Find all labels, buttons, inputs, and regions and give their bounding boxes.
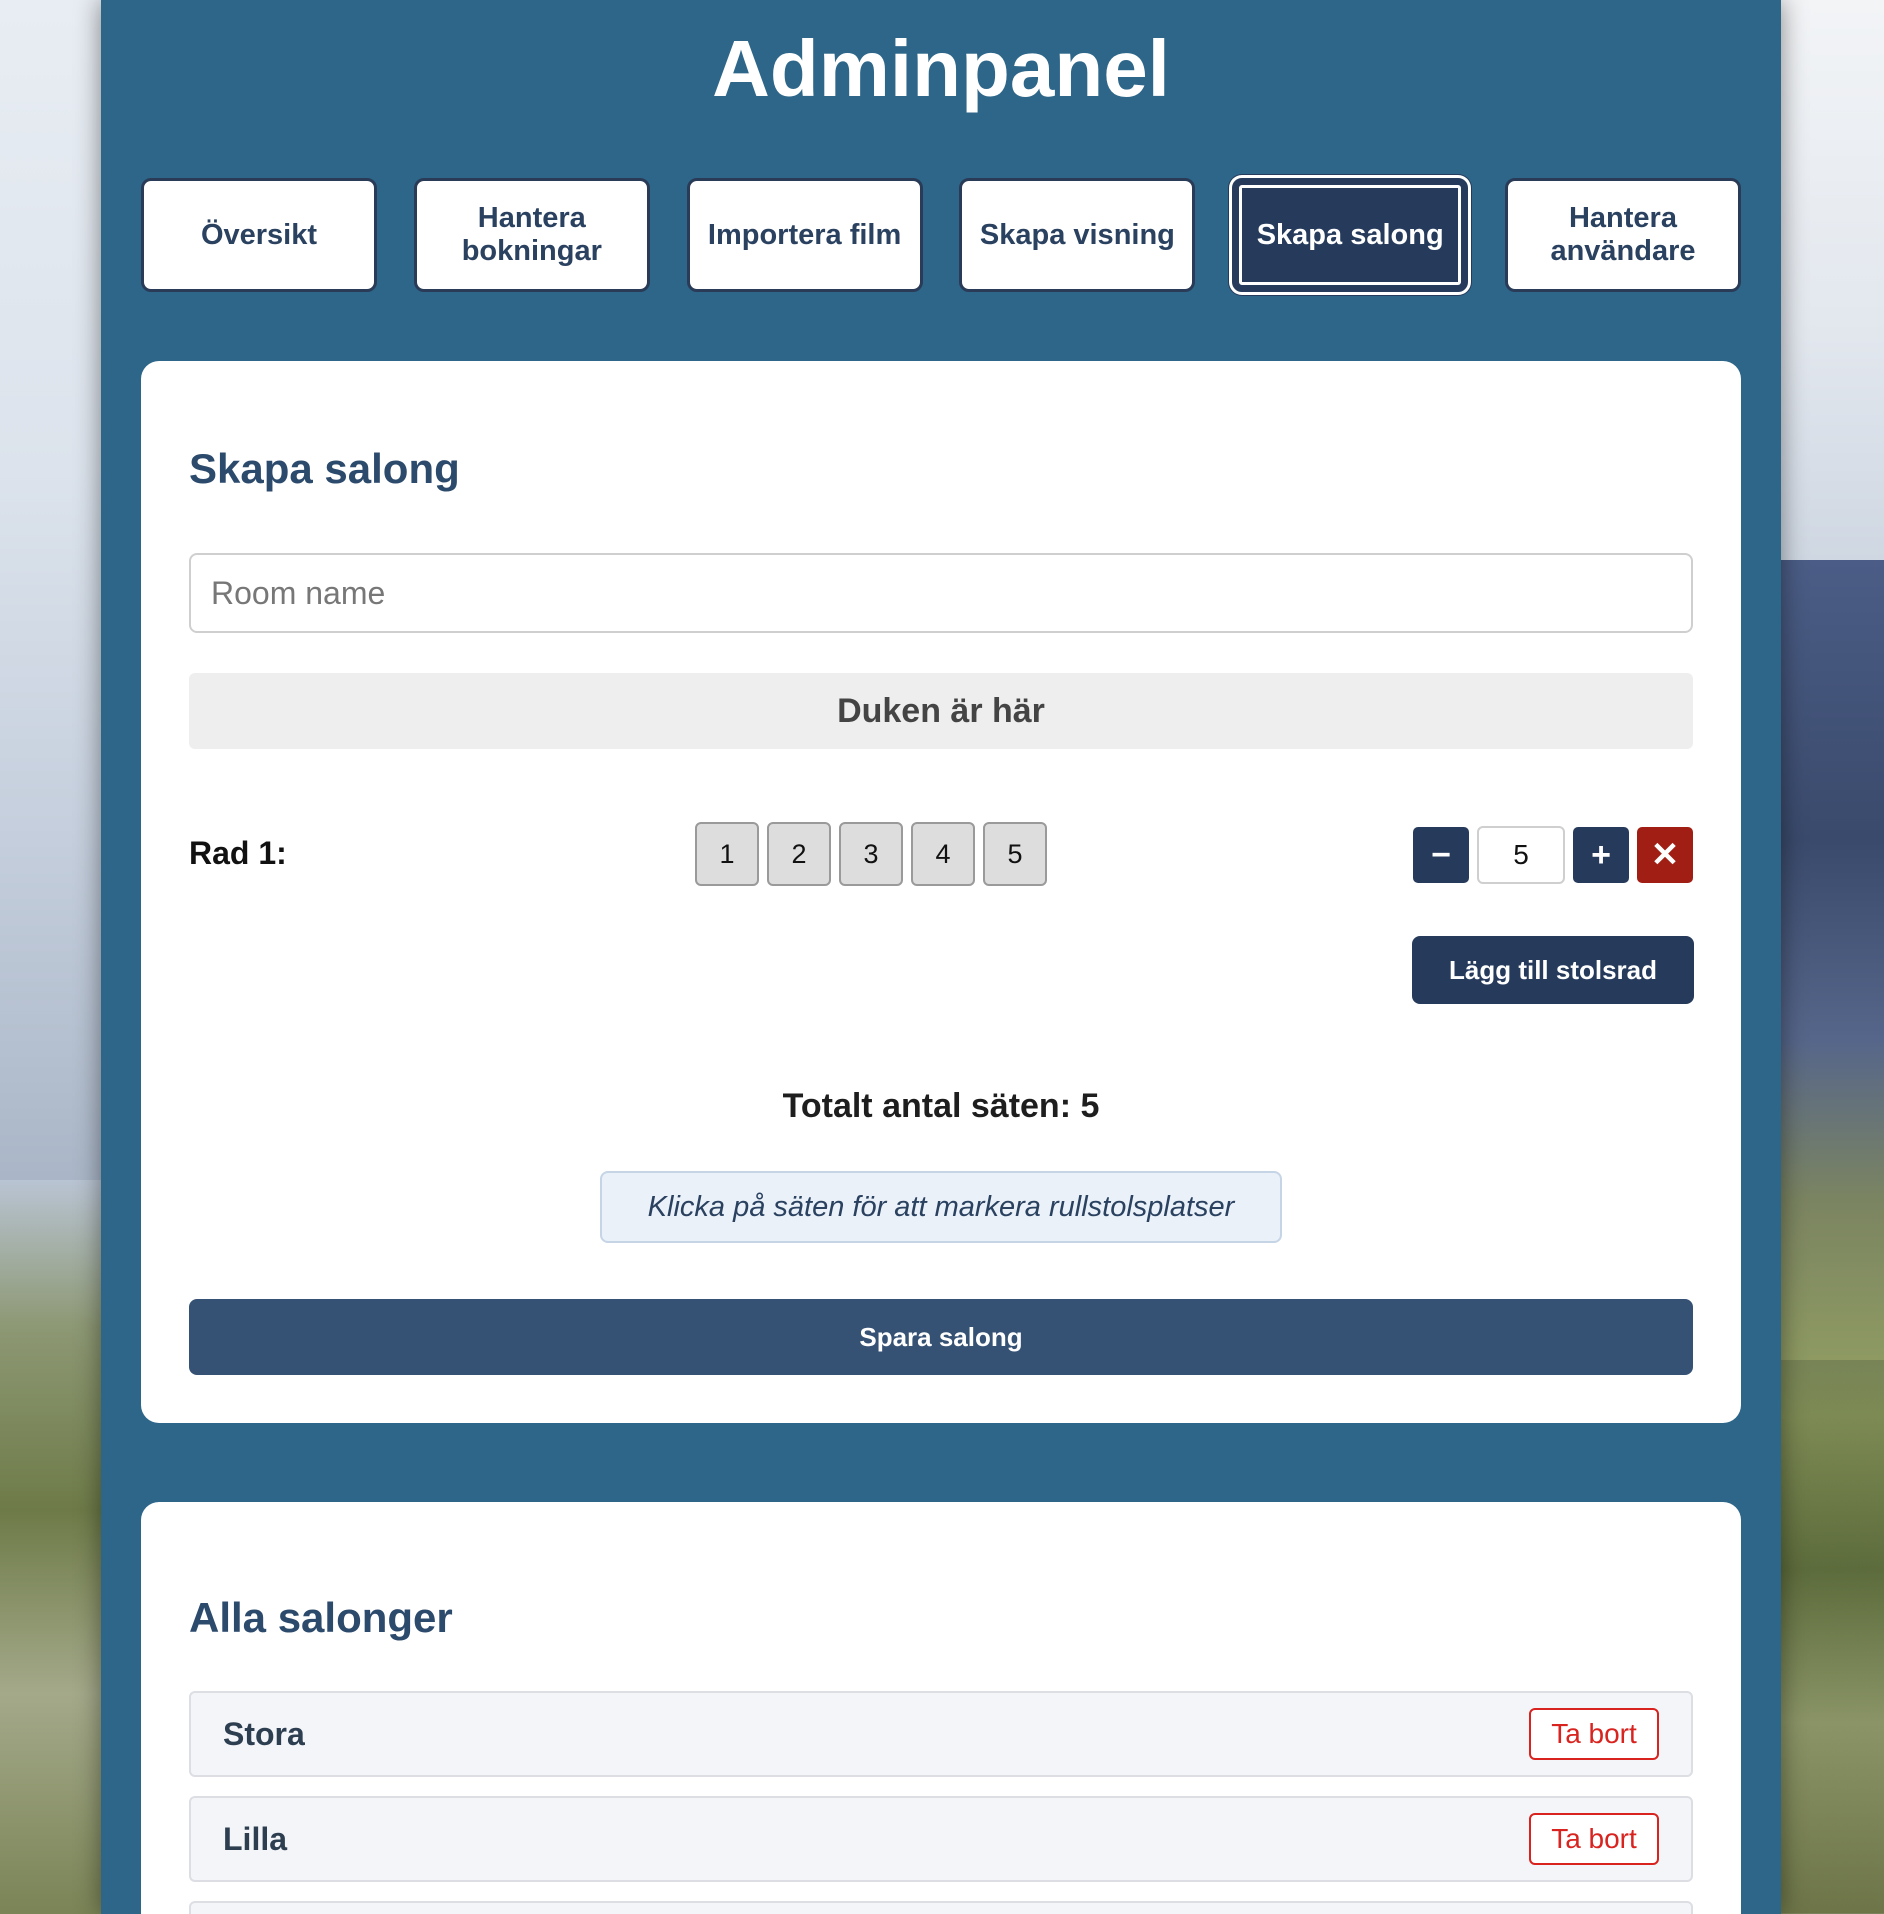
background-sky-left <box>0 0 110 1180</box>
seat[interactable]: 3 <box>839 822 903 886</box>
seat[interactable]: 1 <box>695 822 759 886</box>
room-list-card: Alla salonger Stora Ta bort Lilla Ta bor… <box>141 1502 1741 1914</box>
nav-tab-label: Skapa visning <box>979 218 1175 251</box>
room-list-item-partial <box>189 1901 1693 1914</box>
nav-tab-hantera-bokningar[interactable]: Hantera bokningar <box>413 178 650 292</box>
nav-tab-importera-film[interactable]: Importera film <box>686 178 923 292</box>
seat[interactable]: 2 <box>767 822 831 886</box>
room-name: Stora <box>223 1715 305 1752</box>
create-room-heading: Skapa salong <box>189 445 460 492</box>
total-seats-label: Totalt antal säten: 5 <box>782 1087 1100 1125</box>
nav-tab-label: Importera film <box>707 218 902 251</box>
create-room-card: Skapa salong Duken är här Rad 1: 1 2 3 4… <box>141 361 1741 1423</box>
room-name: Lilla <box>223 1820 288 1857</box>
room-name-input[interactable] <box>189 553 1693 633</box>
background-hills-left <box>0 1180 110 1914</box>
nav-tab-oversikt[interactable]: Översikt <box>141 178 377 292</box>
seat-count-input[interactable] <box>1477 826 1565 884</box>
seat-row: 1 2 3 4 5 <box>695 822 1047 886</box>
page-title: Adminpanel <box>712 24 1170 113</box>
nav-tab-skapa-visning[interactable]: Skapa visning <box>959 178 1196 292</box>
room-list-heading: Alla salonger <box>189 1594 453 1641</box>
wheelchair-hint: Klicka på säten för att markera rullstol… <box>600 1171 1282 1243</box>
row-controls: − + ✕ <box>1413 826 1693 884</box>
add-row-button[interactable]: Lägg till stolsrad <box>1412 936 1694 1004</box>
admin-panel: Adminpanel Översikt Hantera bokningar Im… <box>101 0 1781 1914</box>
seat[interactable]: 5 <box>983 822 1047 886</box>
delete-room-button[interactable]: Ta bort <box>1529 1708 1659 1760</box>
nav-tab-hantera-anvandare[interactable]: Hantera användare <box>1504 178 1741 292</box>
background-sky-right <box>1774 0 1884 560</box>
nav-tab-label: Skapa salong <box>1256 218 1444 251</box>
nav-tab-skapa-salong[interactable]: Skapa salong <box>1232 178 1469 292</box>
background-mountain-right <box>1774 560 1884 1360</box>
admin-nav: Översikt Hantera bokningar Importera fil… <box>141 178 1741 296</box>
nav-tab-label: Hantera bokningar <box>461 202 602 267</box>
room-list-item: Lilla Ta bort <box>189 1796 1693 1882</box>
screen-indicator: Duken är här <box>189 673 1693 749</box>
remove-row-button[interactable]: ✕ <box>1637 827 1693 883</box>
delete-room-button[interactable]: Ta bort <box>1529 1813 1659 1865</box>
decrease-seats-button[interactable]: − <box>1413 827 1469 883</box>
increase-seats-button[interactable]: + <box>1573 827 1629 883</box>
room-list-item: Stora Ta bort <box>189 1691 1693 1777</box>
nav-tab-label: Hantera användare <box>1550 202 1696 267</box>
save-room-button[interactable]: Spara salong <box>189 1299 1693 1375</box>
room-list: Stora Ta bort Lilla Ta bort <box>189 1691 1693 1914</box>
row-label: Rad 1: <box>189 835 287 871</box>
nav-tab-label: Översikt <box>200 218 318 251</box>
seat[interactable]: 4 <box>911 822 975 886</box>
